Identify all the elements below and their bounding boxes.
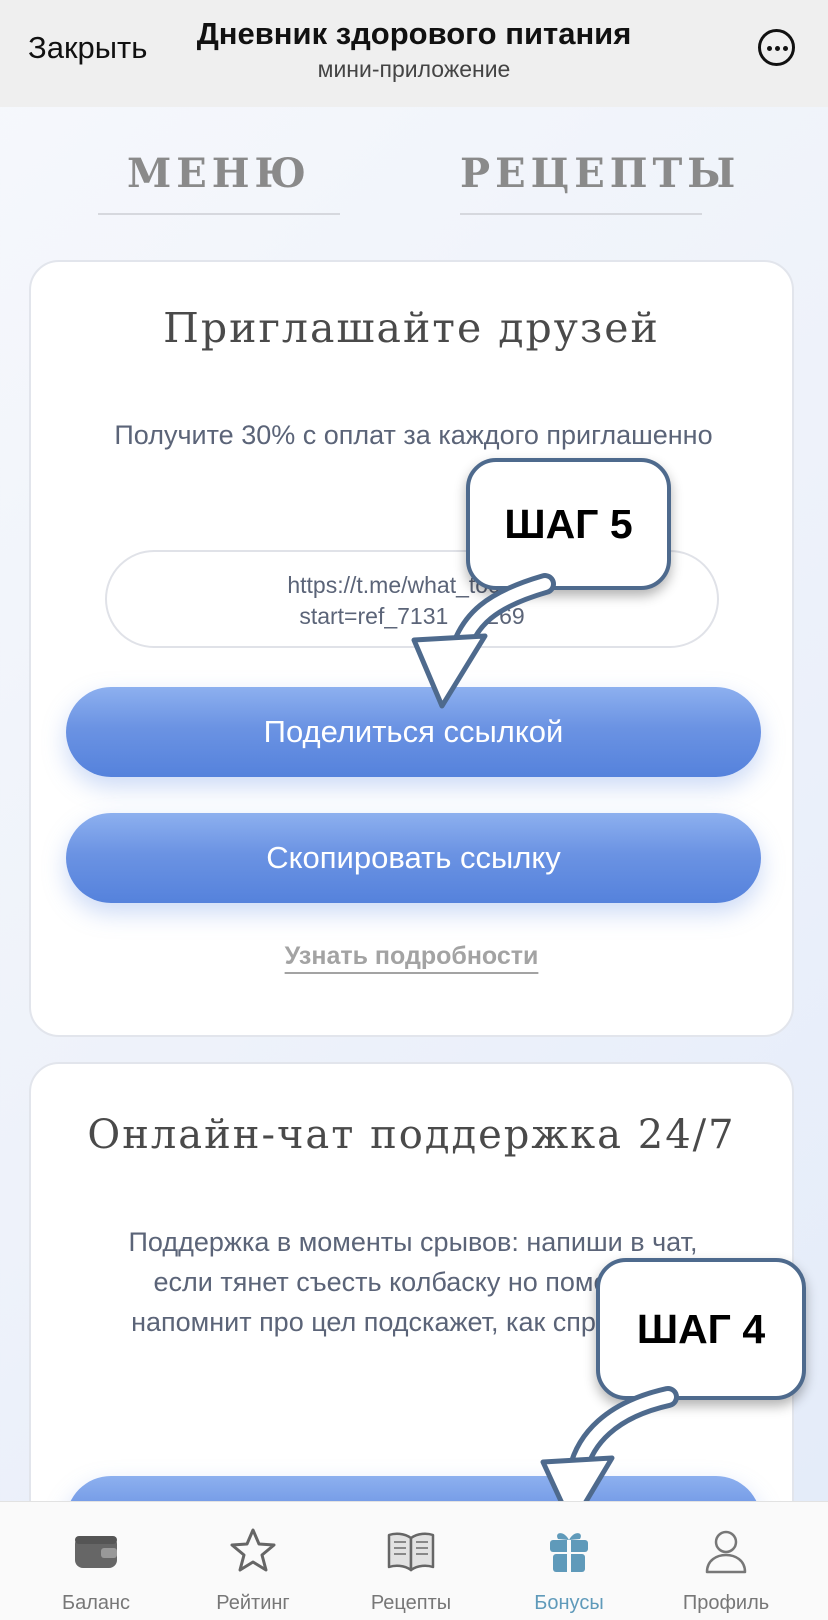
nav-item-rating[interactable]: Рейтинг	[178, 1502, 328, 1620]
nav-label-rating: Рейтинг	[216, 1592, 290, 1614]
nav-label-profile: Профиль	[682, 1592, 770, 1614]
person-icon	[705, 1530, 747, 1574]
gift-icon	[550, 1533, 588, 1572]
referral-link-line-2-end: 269	[486, 603, 525, 629]
share-link-button[interactable]: Поделиться ссылкой	[66, 687, 761, 777]
referral-link-line-2-start: start=ref_7131	[299, 603, 449, 629]
app-title: Дневник здорового питания	[196, 16, 632, 51]
copy-link-button[interactable]: Скопировать ссылку	[66, 813, 761, 903]
invite-card-title: Приглашайте друзей	[163, 304, 660, 352]
tab-menu-underline	[98, 213, 340, 215]
nav-label-recipes: Рецепты	[370, 1592, 452, 1614]
nav-item-recipes[interactable]: Рецепты	[336, 1502, 486, 1620]
step-4-callout: ШАГ 4	[596, 1258, 806, 1400]
invite-friends-card: Приглашайте друзей Получите 30% с оплат …	[29, 260, 794, 1037]
support-card-title: Онлайн-чат поддержка 24/7	[87, 1112, 736, 1158]
nav-label-bonuses: Бонусы	[534, 1592, 604, 1614]
tab-menu[interactable]: МЕНЮ	[98, 150, 340, 197]
star-icon	[230, 1528, 276, 1572]
tab-recipes-underline	[460, 213, 702, 215]
tab-recipes[interactable]: РЕЦЕПТЫ	[460, 150, 735, 197]
step-5-callout: ШАГ 5	[466, 458, 671, 590]
invite-card-description: Получите 30% с оплат за каждого приглаше…	[114, 420, 713, 450]
details-link[interactable]: Узнать подробности	[285, 942, 539, 970]
more-options-icon[interactable]	[758, 29, 795, 66]
app-subtitle: мини-приложение	[317, 56, 511, 82]
bottom-navigation: Баланс Рейтинг Рецепты Бонусы Профиль	[0, 1501, 828, 1620]
nav-item-balance[interactable]: Баланс	[21, 1502, 171, 1620]
nav-item-bonuses[interactable]: Бонусы	[494, 1502, 644, 1620]
book-icon	[387, 1532, 435, 1572]
nav-label-balance: Баланс	[61, 1592, 131, 1614]
wallet-icon	[75, 1536, 117, 1568]
mini-app-header: Закрыть Дневник здорового питания мини-п…	[0, 0, 828, 107]
nav-item-profile[interactable]: Профиль	[651, 1502, 801, 1620]
referral-link-line-2: start=ref_7131 269	[187, 601, 637, 632]
details-link-wrap: Узнать подробности	[31, 942, 792, 971]
